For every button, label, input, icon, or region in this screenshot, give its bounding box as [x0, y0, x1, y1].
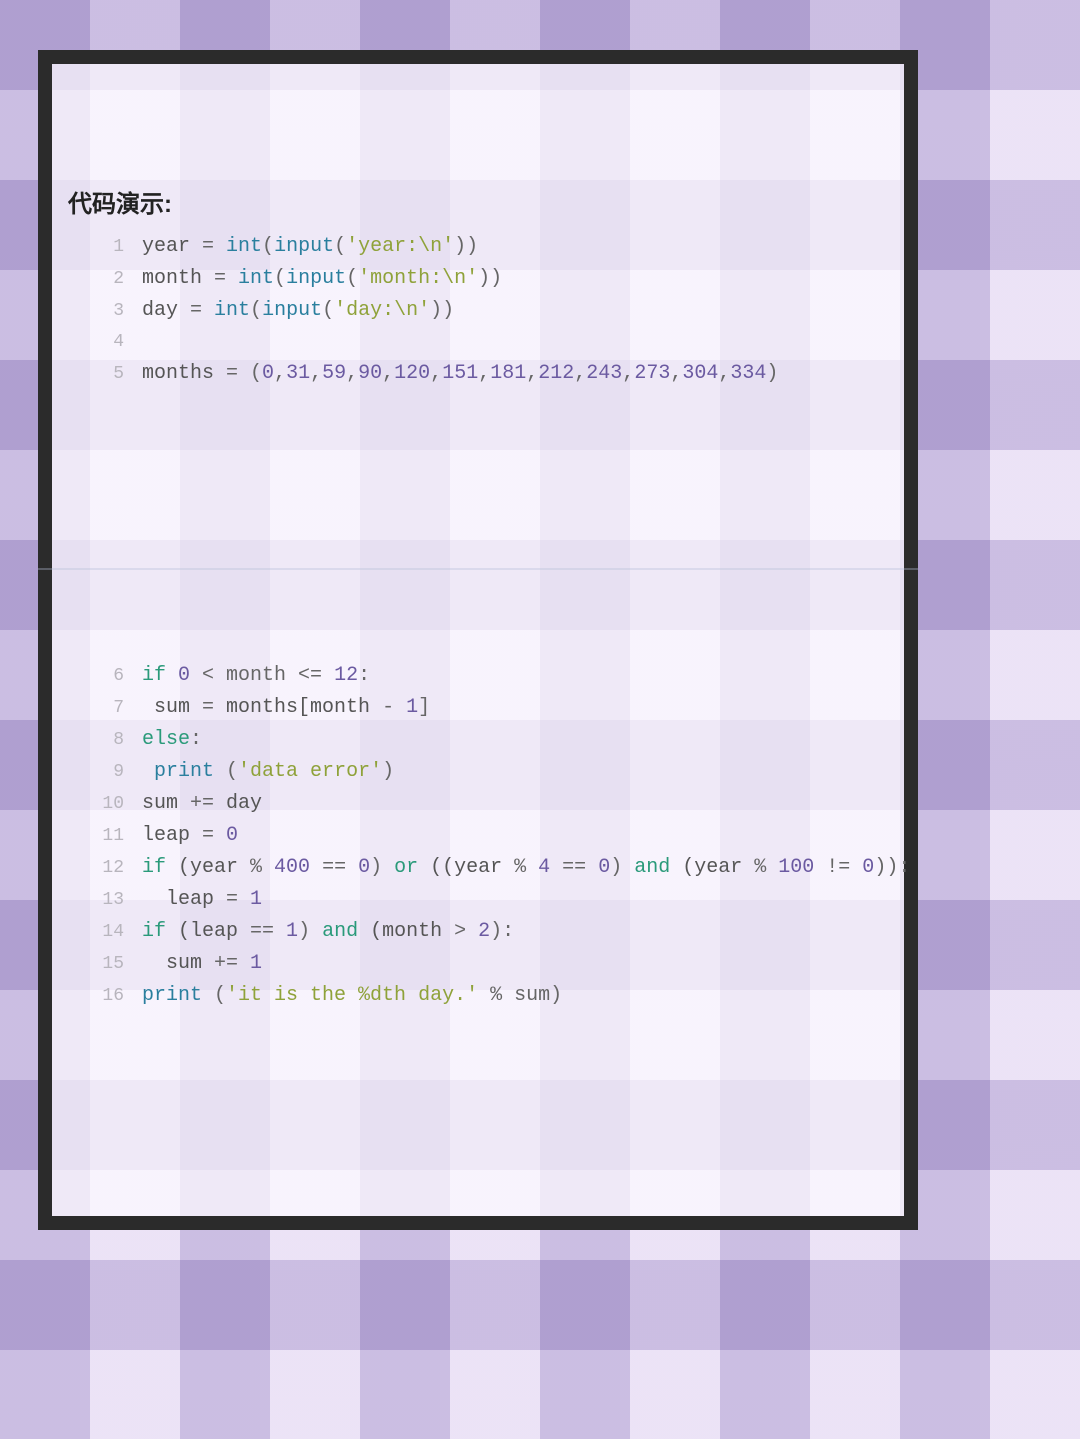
code-text: sum += day [142, 788, 262, 819]
code-line: 13 leap = 1 [92, 884, 884, 916]
code-text: if (year % 400 == 0) or ((year % 4 == 0)… [142, 852, 910, 883]
code-text: year = int(input('year:\n')) [142, 231, 478, 262]
code-text: print ('data error') [142, 756, 394, 787]
code-text: else: [142, 724, 202, 755]
line-number: 3 [92, 296, 124, 327]
code-line: 14 if (leap == 1) and (month > 2): [92, 916, 884, 948]
code-text: months = (0,31,59,90,120,151,181,212,243… [142, 358, 778, 389]
code-line: 1 year = int(input('year:\n')) [92, 231, 884, 263]
code-line: 11 leap = 0 [92, 820, 884, 852]
line-number: 6 [92, 661, 124, 692]
code-text: leap = 0 [142, 820, 238, 851]
code-line: 8 else: [92, 724, 884, 756]
line-number: 14 [92, 917, 124, 948]
code-text: day = int(input('day:\n')) [142, 295, 454, 326]
code-text: leap = 1 [142, 884, 262, 915]
line-number: 9 [92, 757, 124, 788]
line-number: 10 [92, 789, 124, 820]
line-number: 15 [92, 949, 124, 980]
line-number: 8 [92, 725, 124, 756]
line-number: 2 [92, 264, 124, 295]
line-number: 16 [92, 981, 124, 1012]
code-line: 16 print ('it is the %dth day.' % sum) [92, 980, 884, 1012]
code-line: 9 print ('data error') [92, 756, 884, 788]
code-line: 4 [92, 327, 884, 358]
line-number: 7 [92, 693, 124, 724]
code-line: 15 sum += 1 [92, 948, 884, 980]
code-block-2: 6if 0 < month <= 12:7 sum = months[month… [52, 660, 904, 1012]
code-line: 12if (year % 400 == 0) or ((year % 4 == … [92, 852, 884, 884]
code-line: 7 sum = months[month - 1] [92, 692, 884, 724]
line-number: 11 [92, 821, 124, 852]
code-text: sum = months[month - 1] [142, 692, 430, 723]
code-text: if (leap == 1) and (month > 2): [142, 916, 514, 947]
block-divider [38, 450, 918, 570]
line-number: 13 [92, 885, 124, 916]
code-text: print ('it is the %dth day.' % sum) [142, 980, 562, 1011]
code-line: 10 sum += day [92, 788, 884, 820]
code-text: month = int(input('month:\n')) [142, 263, 502, 294]
code-text: if 0 < month <= 12: [142, 660, 370, 691]
line-number: 4 [92, 327, 124, 358]
code-text: sum += 1 [142, 948, 262, 979]
document-frame: 代码演示: 1 year = int(input('year:\n')) 2 mont… [38, 50, 918, 1230]
code-line: 2 month = int(input('month:\n')) [92, 263, 884, 295]
code-block-1: 1 year = int(input('year:\n')) 2 month = in… [52, 231, 904, 390]
line-number: 5 [92, 359, 124, 390]
line-number: 1 [92, 232, 124, 263]
section-title: 代码演示: [60, 184, 904, 219]
code-line: 6 if 0 < month <= 12: [92, 660, 884, 692]
code-line: 3 day = int(input('day:\n')) [92, 295, 884, 327]
code-line: 5 months = (0,31,59,90,120,151,181,212,24… [92, 358, 884, 390]
line-number: 12 [92, 853, 124, 884]
